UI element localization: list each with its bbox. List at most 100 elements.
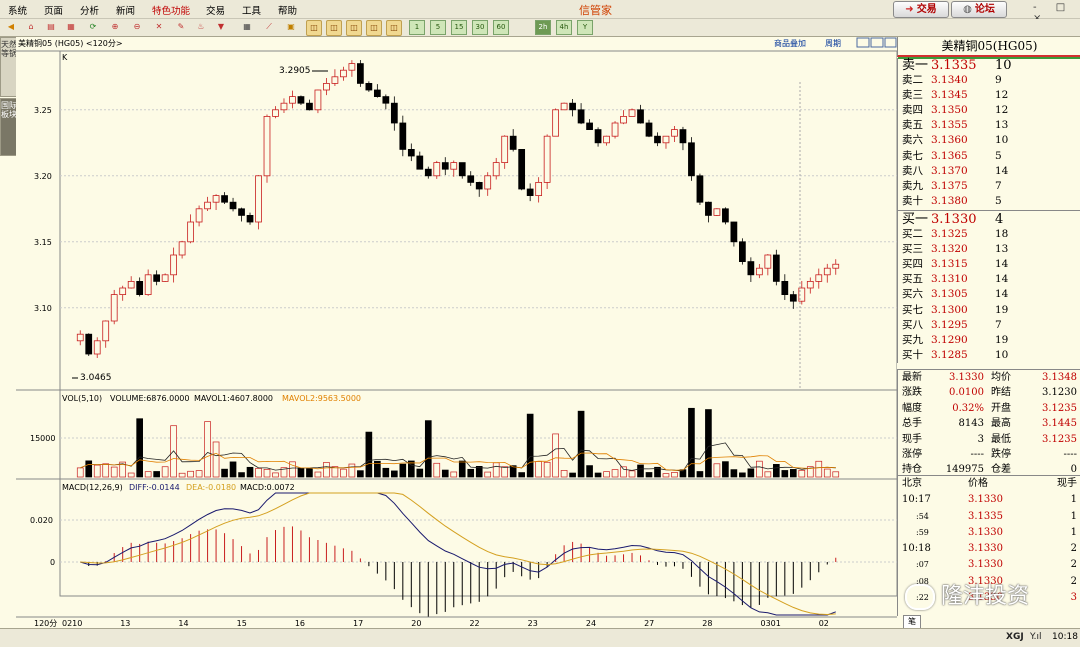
volume-bar — [441, 469, 449, 478]
period-2h[interactable]: 2h — [535, 20, 551, 35]
period-1m[interactable]: 1 — [409, 20, 425, 35]
tick-price: 3.1330 — [968, 559, 1003, 571]
bid-row[interactable]: 买二 3.1325 18 — [898, 227, 1080, 242]
zoom-in-icon[interactable]: ⊕ — [108, 20, 122, 34]
filter-icon[interactable]: ▼ — [214, 20, 228, 34]
bid-label: 买四 — [902, 258, 923, 271]
volume-bar — [272, 472, 279, 478]
back-icon[interactable]: ◀ — [4, 20, 18, 34]
period-year[interactable]: Y — [577, 20, 593, 35]
ask-row[interactable]: 卖八 3.1370 14 — [898, 164, 1080, 179]
date-tick-label: 0210 — [62, 619, 82, 628]
layout-toggle-icon[interactable] — [884, 37, 897, 48]
candlestick-chart-svg[interactable]: 美精铜05 (HG05) <120分> 商品叠加 周期 K 3.103.153.… — [16, 37, 897, 628]
volume-bar — [144, 471, 152, 478]
overlay-commodity-link[interactable]: 商品叠加 — [774, 38, 806, 48]
period-button-icon[interactable]: ◫ — [306, 20, 322, 36]
stat-label: 涨跌 — [902, 387, 922, 399]
bid-row[interactable]: 买一 3.1330 4 — [898, 212, 1080, 227]
period-link[interactable]: 周期 — [825, 39, 841, 48]
period-button-icon[interactable]: ◫ — [326, 20, 342, 36]
period-60m[interactable]: 60 — [493, 20, 509, 35]
volume-bar — [535, 461, 542, 478]
candle-up — [314, 89, 322, 111]
candle-down — [722, 208, 729, 223]
chart-area[interactable]: 美精铜05 (HG05) <120分> 商品叠加 周期 K 3.10 3.15 3.… — [16, 37, 897, 628]
date-tick-label: 27 — [644, 619, 654, 628]
stat-value: 8143 — [958, 418, 984, 430]
ask-row[interactable]: 卖四 3.1350 12 — [898, 103, 1080, 118]
period-30m[interactable]: 30 — [472, 20, 488, 35]
candle-up — [764, 254, 772, 269]
ask-price: 3.1380 — [931, 194, 968, 207]
period-4h[interactable]: 4h — [556, 20, 572, 35]
ask-row[interactable]: 卖一 3.1335 10 — [898, 58, 1080, 73]
indicator-icon[interactable]: ✕ — [152, 20, 166, 34]
bid-row[interactable]: 买七 3.1300 19 — [898, 303, 1080, 318]
table-icon[interactable]: ▦ — [240, 20, 254, 34]
bid-row[interactable]: 买四 3.1315 14 — [898, 257, 1080, 272]
menu-item-news[interactable]: 新闻 — [116, 3, 135, 17]
candle-down — [365, 83, 373, 91]
ticks-tab[interactable]: 笔 — [903, 615, 921, 629]
draw-pen-icon[interactable]: ✎ — [174, 20, 188, 34]
candle-down — [238, 208, 245, 216]
bid-row[interactable]: 买九 3.1290 19 — [898, 333, 1080, 348]
list-icon[interactable]: ▦ — [64, 20, 78, 34]
zoom-out-icon[interactable]: ⊖ — [130, 20, 144, 34]
menu-item-tools[interactable]: 工具 — [242, 3, 261, 17]
ask-row[interactable]: 卖七 3.1365 5 — [898, 149, 1080, 164]
price-tick-label: 3.15 — [34, 238, 52, 247]
candle-up — [450, 162, 458, 170]
forum-button[interactable]: ◍ 论坛 — [951, 1, 1007, 18]
bid-row[interactable]: 买六 3.1305 14 — [898, 287, 1080, 302]
alert-icon[interactable]: ♨ — [194, 20, 208, 34]
ask-row[interactable]: 卖三 3.1345 12 — [898, 88, 1080, 103]
period-button-icon[interactable]: ◫ — [386, 20, 402, 36]
candle-down — [382, 96, 390, 104]
menu-item-help[interactable]: 帮助 — [278, 3, 297, 17]
menu-item-features[interactable]: 特色功能 — [152, 3, 190, 17]
tick-time: :07 — [916, 560, 929, 570]
bid-row[interactable]: 买十 3.1285 10 — [898, 348, 1080, 363]
ask-volume: 12 — [995, 89, 1009, 102]
bid-row[interactable]: 买五 3.1310 14 — [898, 272, 1080, 287]
candle-down — [390, 102, 398, 124]
candle-up — [815, 274, 823, 282]
book-icon[interactable]: ▤ — [44, 20, 58, 34]
menu-item-trade[interactable]: 交易 — [206, 3, 225, 17]
ask-row[interactable]: 卖六 3.1360 10 — [898, 133, 1080, 148]
period-5m[interactable]: 5 — [430, 20, 446, 35]
trade-button[interactable]: ➜ 交易 — [893, 1, 949, 18]
ask-row[interactable]: 卖九 3.1375 7 — [898, 179, 1080, 194]
candle-up — [832, 263, 840, 269]
menu-item-system[interactable]: 系统 — [8, 3, 27, 17]
menu-item-analysis[interactable]: 分析 — [80, 3, 99, 17]
period-15m[interactable]: 15 — [451, 20, 467, 35]
ask-row[interactable]: 卖二 3.1340 9 — [898, 73, 1080, 88]
multi-chart-icon[interactable]: ▣ — [284, 20, 298, 34]
period-button-icon[interactable]: ◫ — [346, 20, 362, 36]
ask-row[interactable]: 卖十 3.1380 5 — [898, 194, 1080, 209]
stat-row: 总手 8143 最高 3.1445 — [898, 416, 1080, 431]
refresh-icon[interactable]: ⟳ — [86, 20, 100, 34]
stat-value: 3.1230 — [1042, 387, 1077, 399]
tick-row: :54 3.1335 1 — [898, 509, 1080, 525]
ask-volume: 10 — [995, 58, 1012, 73]
ask-row[interactable]: 卖五 3.1355 13 — [898, 118, 1080, 133]
volume-bar — [204, 421, 211, 478]
ask-label: 卖五 — [902, 119, 923, 132]
line-chart-icon[interactable]: ⟋ — [262, 20, 276, 34]
volume-bar — [722, 461, 729, 478]
home-icon[interactable]: ⌂ — [24, 20, 38, 34]
layout-toggle-icon[interactable] — [870, 37, 884, 48]
layout-toggle-icon[interactable] — [856, 37, 870, 48]
volume-bar — [501, 466, 509, 478]
period-button-icon[interactable]: ◫ — [366, 20, 382, 36]
bid-volume: 14 — [995, 258, 1009, 271]
bid-price: 3.1300 — [931, 303, 968, 316]
menu-item-page[interactable]: 页面 — [44, 3, 63, 17]
tick-time: :59 — [916, 527, 929, 537]
bid-row[interactable]: 买八 3.1295 7 — [898, 318, 1080, 333]
bid-row[interactable]: 买三 3.1320 13 — [898, 242, 1080, 257]
